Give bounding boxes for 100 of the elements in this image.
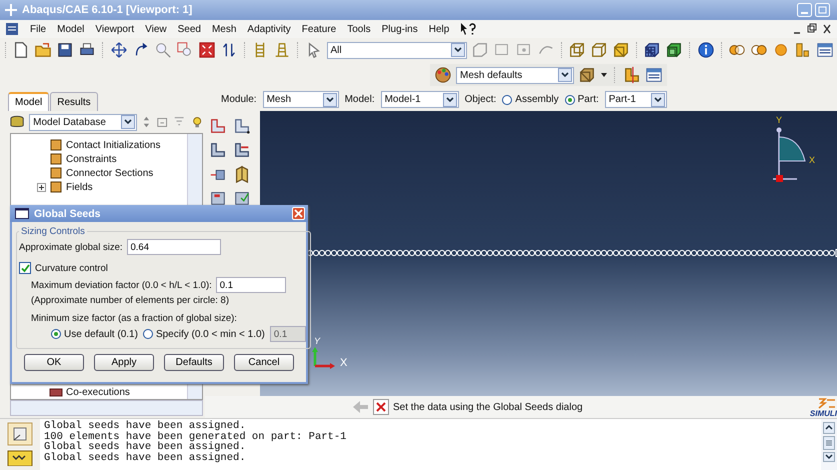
close-button[interactable] <box>292 207 305 220</box>
message-line: Global seeds have been assigned. <box>44 421 247 432</box>
dialog-button[interactable]: Defaults <box>164 354 224 371</box>
mesh-cube-icon[interactable] <box>643 41 662 59</box>
table-icon[interactable] <box>645 66 663 84</box>
stack-icon[interactable] <box>273 41 292 59</box>
object-label: Object: <box>464 94 496 105</box>
fit-icon[interactable] <box>198 41 216 59</box>
menu-item[interactable]: Viewport <box>95 24 134 34</box>
command-line-tab-icon[interactable] <box>7 450 33 466</box>
view-compass-icon[interactable] <box>773 127 807 185</box>
tree-item[interactable]: Contact Initializations <box>37 138 187 152</box>
tree-item[interactable]: Constraints <box>37 152 187 166</box>
folder-up-icon[interactable] <box>156 115 168 129</box>
menu-item[interactable]: Feature <box>302 24 336 34</box>
blocks-icon[interactable] <box>794 41 812 59</box>
window-title: Abaqus/CAE 6.10-1 [Viewport: 1] <box>22 4 192 16</box>
palette-icon[interactable] <box>434 66 452 84</box>
field-label: Maximum deviation factor (0.0 < h/L < 1.0): <box>31 280 212 290</box>
dialog-window-icon <box>15 208 29 219</box>
axis-label: X <box>340 357 348 369</box>
selection-filter-dropdown[interactable]: All <box>326 42 466 58</box>
menu-item[interactable]: Seed <box>178 24 201 34</box>
whats-this-help-icon[interactable] <box>460 22 476 36</box>
close-icon <box>294 209 303 218</box>
tree-node-icon <box>49 180 63 194</box>
menu-item[interactable]: Mesh <box>212 24 236 34</box>
menu-item[interactable]: Tools <box>347 24 371 34</box>
book-icon[interactable] <box>233 165 251 183</box>
menu-item[interactable]: Adaptivity <box>247 24 291 34</box>
tree-node-icon <box>49 152 63 166</box>
prompt-text: Set the data using the Global Seeds dialog <box>393 402 583 412</box>
deviation-factor-field[interactable]: 0.1 <box>216 277 286 293</box>
horizontal-scrollbar[interactable] <box>10 400 203 416</box>
group-title: Sizing Controls <box>20 226 86 237</box>
lightbulb-icon[interactable] <box>190 114 204 130</box>
outline-cube-icon[interactable] <box>590 41 608 59</box>
menu-item[interactable]: Plug-ins <box>382 24 418 34</box>
inner-cube-icon[interactable] <box>665 41 684 59</box>
message-line: Global seeds have been assigned. <box>44 442 247 452</box>
caret-icon[interactable] <box>600 71 608 79</box>
vertical-scrollbar[interactable] <box>821 419 837 470</box>
axis-triad-icon <box>312 346 336 370</box>
model-dropdown[interactable]: Model-1 <box>380 91 459 108</box>
seed-edge-icon[interactable] <box>233 117 251 135</box>
document-menu-icon[interactable] <box>5 22 19 36</box>
sphere-icon[interactable] <box>772 41 790 59</box>
field-label: Approximate global size: <box>19 242 122 252</box>
object-radio[interactable]: Assembly <box>502 94 559 105</box>
scroll-thumb-icon[interactable] <box>823 436 835 450</box>
grid-block-icon[interactable] <box>233 141 251 159</box>
dialog-button[interactable]: Apply <box>94 354 154 371</box>
scroll-down-icon[interactable] <box>823 452 835 462</box>
expand-icon[interactable] <box>37 182 46 192</box>
cancel-icon[interactable] <box>373 399 389 415</box>
min-size-radio[interactable]: Use default (0.1) <box>51 328 138 340</box>
solid-cube-icon[interactable] <box>612 41 630 59</box>
verify-icon[interactable] <box>233 189 251 207</box>
database-icon <box>10 115 24 129</box>
menu-item[interactable]: Model <box>57 24 84 34</box>
zoom-box-icon[interactable] <box>176 41 194 59</box>
module-dropdown[interactable]: Mesh <box>262 91 339 108</box>
menu-item[interactable]: File <box>30 24 46 34</box>
tree-item[interactable]: Fields <box>37 180 187 194</box>
cube-icon[interactable] <box>578 66 596 84</box>
panel-tab[interactable]: Results <box>50 92 98 111</box>
table-icon[interactable] <box>816 41 834 59</box>
part-dropdown[interactable]: Part-1 <box>604 91 667 108</box>
mesh-part-icon[interactable] <box>209 189 227 207</box>
dialog-button[interactable]: Cancel <box>234 354 294 371</box>
app-logo-icon <box>4 3 18 17</box>
message-area-tab-icon[interactable] <box>7 422 33 446</box>
menu-item[interactable]: View <box>145 24 167 34</box>
move-icon[interactable] <box>110 41 128 59</box>
brand-text: SIMULI <box>810 408 837 418</box>
seed-edge-icon[interactable] <box>209 117 227 135</box>
checkmark-icon <box>20 264 30 272</box>
mdi-controls-icon[interactable] <box>792 23 832 35</box>
tree-node-icon <box>49 138 63 152</box>
tree-node-icon <box>49 387 63 397</box>
partition-icon[interactable] <box>623 66 641 84</box>
tree-item[interactable]: Co-executions <box>37 385 187 399</box>
menu-item[interactable]: Help <box>428 24 450 34</box>
axis-label: Y <box>776 115 782 125</box>
tree-source-dropdown[interactable]: Model Database <box>29 114 138 130</box>
info-icon[interactable] <box>696 41 715 59</box>
model-label: Model: <box>344 94 375 105</box>
panel-tab[interactable]: Model <box>8 92 50 111</box>
message-line: Global seeds have been assigned. <box>44 452 247 463</box>
module-label: Module: <box>221 94 257 105</box>
dialog-button[interactable]: OK <box>24 354 84 371</box>
object-radio[interactable]: Part: <box>564 94 599 105</box>
tree-item[interactable]: Connector Sections <box>37 166 187 180</box>
mesh-defaults-dropdown[interactable]: Mesh defaults <box>456 66 574 84</box>
global-size-field[interactable]: 0.64 <box>126 239 220 255</box>
sort-arrows-icon[interactable] <box>142 115 151 129</box>
folder-icon[interactable] <box>34 41 52 59</box>
wireframe-cube-icon[interactable] <box>568 41 586 59</box>
grid-block-icon[interactable] <box>209 141 227 159</box>
scroll-up-icon[interactable] <box>823 422 835 434</box>
